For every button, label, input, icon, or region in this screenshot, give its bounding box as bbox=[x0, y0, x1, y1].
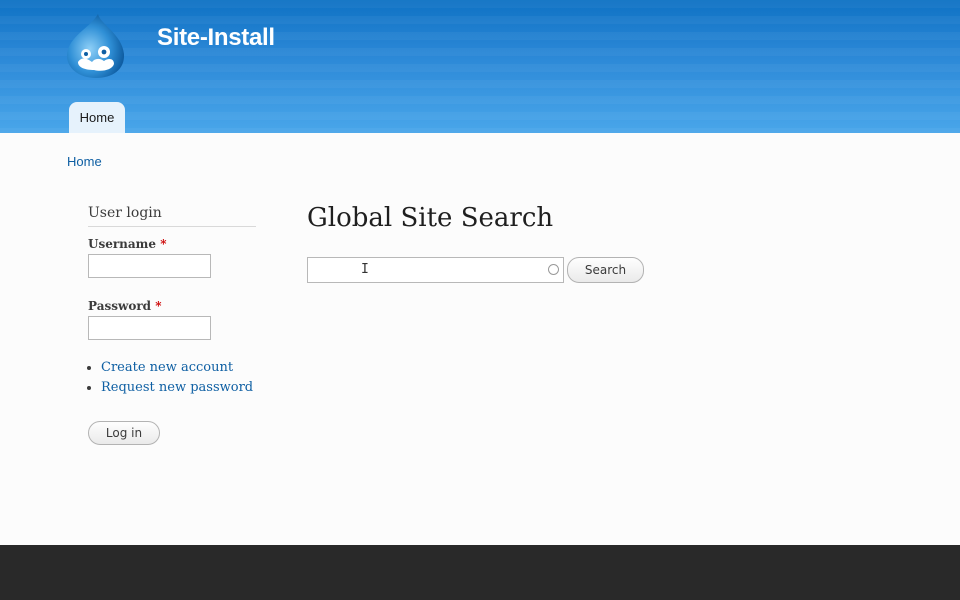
request-password-link[interactable]: Request new password bbox=[101, 380, 253, 395]
search-input[interactable]: I bbox=[307, 257, 564, 283]
site-name[interactable]: Site-Install bbox=[157, 24, 275, 52]
user-links-list: Create new account Request new password bbox=[88, 360, 256, 395]
required-marker: * bbox=[160, 237, 167, 251]
list-item: Create new account bbox=[101, 360, 256, 375]
create-account-link[interactable]: Create new account bbox=[101, 360, 233, 375]
site-header: Site-Install Home bbox=[0, 0, 960, 133]
username-label: Username * bbox=[88, 237, 167, 251]
login-button[interactable]: Log in bbox=[88, 421, 160, 445]
site-footer bbox=[0, 545, 960, 600]
password-label: Password * bbox=[88, 299, 162, 313]
username-field[interactable] bbox=[88, 254, 211, 278]
password-field[interactable] bbox=[88, 316, 211, 340]
user-login-title: User login bbox=[88, 205, 256, 227]
tab-home[interactable]: Home bbox=[69, 102, 125, 133]
required-marker: * bbox=[155, 299, 162, 313]
header-stripes bbox=[0, 0, 960, 133]
text-cursor-icon: I bbox=[361, 262, 369, 277]
user-login-block: User login Username * Password * Create … bbox=[88, 205, 256, 400]
drupal-drop-icon[interactable] bbox=[64, 12, 126, 80]
breadcrumb-home-link[interactable]: Home bbox=[67, 154, 102, 169]
page-title: Global Site Search bbox=[307, 203, 554, 233]
list-item: Request new password bbox=[101, 380, 256, 395]
throbber-icon bbox=[548, 264, 559, 275]
search-button[interactable]: Search bbox=[567, 257, 644, 283]
